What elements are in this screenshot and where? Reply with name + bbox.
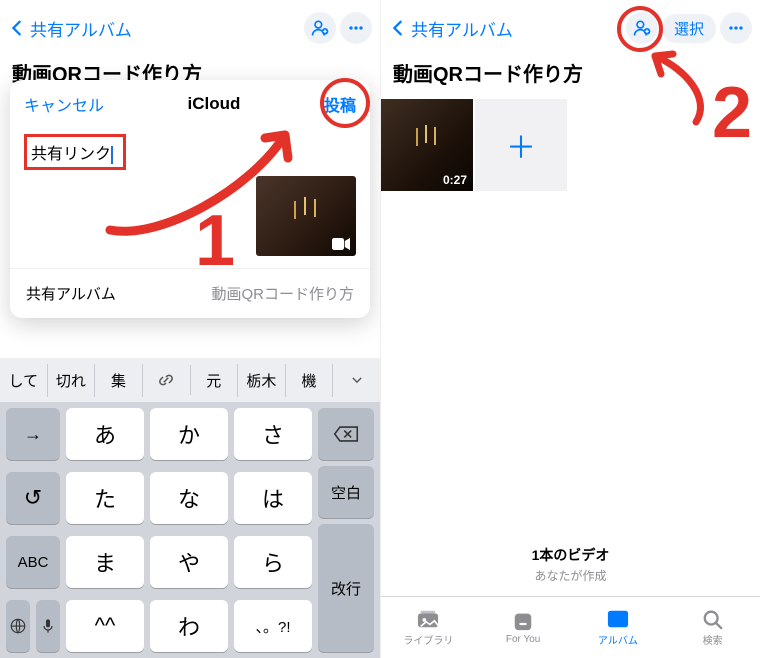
modal-footer: 共有アルバム 動画QRコード作り方 bbox=[10, 268, 370, 318]
key-ta[interactable]: た bbox=[66, 472, 144, 524]
prediction-expand-icon[interactable] bbox=[333, 367, 380, 393]
back-label[interactable]: 共有アルバム bbox=[411, 16, 513, 41]
caption-input[interactable]: 共有リンク bbox=[31, 146, 111, 163]
key-emoji[interactable] bbox=[6, 600, 30, 652]
key-backspace[interactable] bbox=[318, 408, 374, 460]
tab-foryou[interactable]: For You bbox=[476, 597, 571, 658]
screenshot-step-2: 共有アルバム 選択 動画QRコード作り方 0:27 ＋ 2 1本のビデオ あなた… bbox=[380, 0, 760, 658]
library-icon bbox=[415, 608, 441, 630]
globe-icon bbox=[9, 617, 27, 635]
key-kaomoji[interactable]: ^^ bbox=[66, 600, 144, 652]
screenshot-step-1: 共有アルバム 動画QRコード作り方 キャンセル iCloud 投稿 共有リンク … bbox=[0, 0, 380, 658]
keyboard: して 切れ 集 元 栃木 機 → あ か さ ↺ た な は bbox=[0, 358, 380, 658]
key-arrow-right[interactable]: → bbox=[6, 408, 60, 460]
select-button[interactable]: 選択 bbox=[662, 14, 716, 43]
prediction-cell[interactable]: 栃木 bbox=[238, 364, 286, 397]
annotation-circle-post bbox=[320, 78, 370, 128]
back-chevron-icon[interactable] bbox=[389, 19, 407, 37]
share-people-button[interactable] bbox=[304, 12, 336, 44]
tab-library[interactable]: ライブラリ bbox=[381, 597, 476, 658]
prediction-cell[interactable]: 元 bbox=[191, 364, 239, 397]
prediction-cell[interactable]: して bbox=[0, 364, 48, 397]
tab-label: 検索 bbox=[703, 632, 723, 647]
footer-album-label: 共有アルバム bbox=[26, 283, 116, 304]
albums-icon bbox=[605, 608, 631, 630]
key-return[interactable]: 改行 bbox=[318, 524, 374, 652]
key-wa[interactable]: わ bbox=[150, 600, 228, 652]
key-ha[interactable]: は bbox=[234, 472, 312, 524]
tab-label: For You bbox=[506, 634, 540, 645]
video-duration: 0:27 bbox=[443, 173, 467, 187]
prediction-bar: して 切れ 集 元 栃木 機 bbox=[0, 358, 380, 402]
prediction-cell[interactable]: 機 bbox=[286, 364, 334, 397]
key-ka[interactable]: か bbox=[150, 408, 228, 460]
nav-bar: 共有アルバム bbox=[0, 0, 380, 56]
foryou-icon bbox=[510, 610, 536, 632]
video-icon bbox=[332, 238, 350, 250]
back-label[interactable]: 共有アルバム bbox=[30, 16, 132, 41]
footer-album-name[interactable]: 動画QRコード作り方 bbox=[211, 283, 354, 304]
key-space[interactable]: 空白 bbox=[318, 466, 374, 518]
tab-label: ライブラリ bbox=[403, 632, 453, 647]
key-ya[interactable]: や bbox=[150, 536, 228, 588]
modal-title: iCloud bbox=[188, 94, 241, 114]
annotation-number-1: 1 bbox=[195, 200, 235, 282]
key-undo[interactable]: ↺ bbox=[6, 472, 60, 524]
tab-label: アルバム bbox=[598, 632, 638, 647]
more-button[interactable] bbox=[340, 12, 372, 44]
prediction-cell[interactable]: 集 bbox=[95, 364, 143, 397]
ellipsis-icon bbox=[346, 18, 366, 38]
summary-count: 1本のビデオ bbox=[381, 545, 760, 565]
key-sa[interactable]: さ bbox=[234, 408, 312, 460]
backspace-icon bbox=[333, 425, 359, 443]
album-summary: 1本のビデオ あなたが作成 bbox=[381, 545, 760, 584]
tab-albums[interactable]: アルバム bbox=[571, 597, 666, 658]
more-button[interactable] bbox=[720, 12, 752, 44]
key-abc[interactable]: ABC bbox=[6, 536, 60, 588]
video-tile[interactable]: 0:27 bbox=[381, 99, 473, 191]
add-tile[interactable]: ＋ bbox=[475, 99, 567, 191]
key-na[interactable]: な bbox=[150, 472, 228, 524]
mic-icon bbox=[40, 617, 56, 635]
key-a[interactable]: あ bbox=[66, 408, 144, 460]
person-badge-icon bbox=[310, 18, 330, 38]
tab-search[interactable]: 検索 bbox=[665, 597, 760, 658]
key-mic[interactable] bbox=[36, 600, 60, 652]
prediction-cell[interactable]: 切れ bbox=[48, 364, 96, 397]
tab-bar: ライブラリ For You アルバム 検索 bbox=[381, 596, 760, 658]
key-ra[interactable]: ら bbox=[234, 536, 312, 588]
search-icon bbox=[700, 608, 726, 630]
ellipsis-icon bbox=[726, 18, 746, 38]
annotation-number-2: 2 bbox=[712, 72, 752, 154]
key-ma[interactable]: ま bbox=[66, 536, 144, 588]
key-punct[interactable]: 、。?! bbox=[234, 600, 312, 652]
cake-graphic bbox=[425, 125, 427, 143]
cancel-button[interactable]: キャンセル bbox=[24, 92, 104, 116]
summary-creator: あなたが作成 bbox=[381, 567, 760, 584]
back-chevron-icon[interactable] bbox=[8, 19, 26, 37]
prediction-link-icon[interactable] bbox=[143, 365, 191, 395]
